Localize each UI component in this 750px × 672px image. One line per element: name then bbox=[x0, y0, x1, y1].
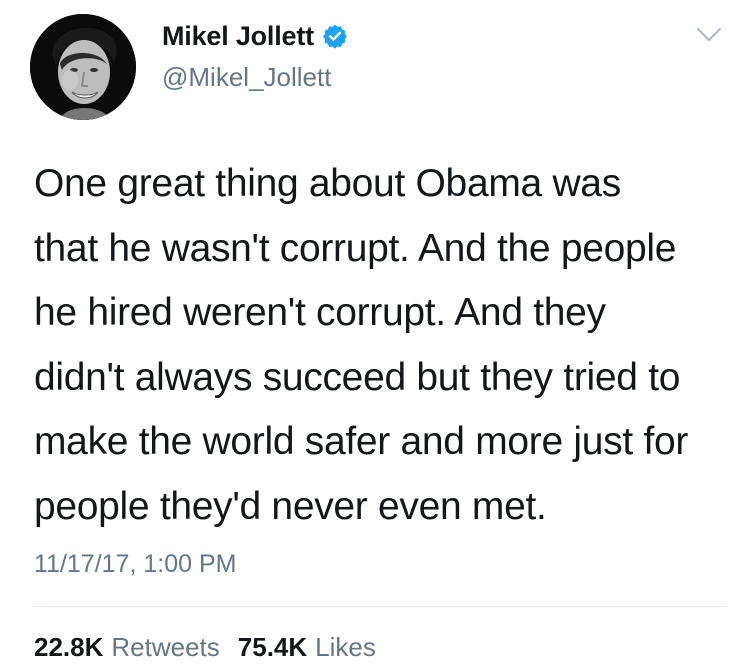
likes-stat[interactable]: 75.4K Likes bbox=[238, 632, 376, 663]
tweet-text-line: didn't always succeed but they tried to bbox=[34, 355, 681, 399]
tweet-text-line: make the world safer and more just for bbox=[34, 420, 689, 463]
author-block: Mikel Jollett @Mikel_Jollett bbox=[162, 18, 348, 93]
likes-label: Likes bbox=[315, 632, 376, 662]
engagement-stats: 22.8K Retweets 75.4K Likes bbox=[34, 632, 394, 663]
display-name[interactable]: Mikel Jollett bbox=[162, 21, 314, 52]
tweet-text-line: that he wasn't corrupt. And the people bbox=[34, 226, 677, 270]
verified-badge-icon bbox=[322, 23, 348, 49]
name-row: Mikel Jollett bbox=[162, 18, 348, 54]
retweets-count: 22.8K bbox=[34, 632, 104, 662]
tweet-timestamp[interactable]: 11/17/17, 1:00 PM bbox=[34, 550, 236, 579]
tweet-text-line: One great thing about Obama was bbox=[34, 162, 621, 205]
tweet-text-line: people they'd never even met. bbox=[34, 484, 547, 528]
likes-count: 75.4K bbox=[237, 632, 308, 662]
tweet-card: Mikel Jollett @Mikel_Jollett One great t… bbox=[0, 0, 750, 672]
chevron-down-icon[interactable] bbox=[696, 26, 722, 44]
avatar-photo bbox=[30, 14, 136, 120]
retweets-stat[interactable]: 22.8K Retweets bbox=[34, 632, 220, 663]
tweet-text-line: he hired weren't corrupt. And they bbox=[34, 291, 606, 334]
retweets-label: Retweets bbox=[111, 632, 220, 662]
avatar[interactable] bbox=[30, 14, 136, 120]
divider bbox=[34, 606, 726, 607]
user-handle[interactable]: @Mikel_Jollett bbox=[162, 62, 348, 93]
tweet-text: One great thing about Obama was that he … bbox=[34, 152, 734, 539]
